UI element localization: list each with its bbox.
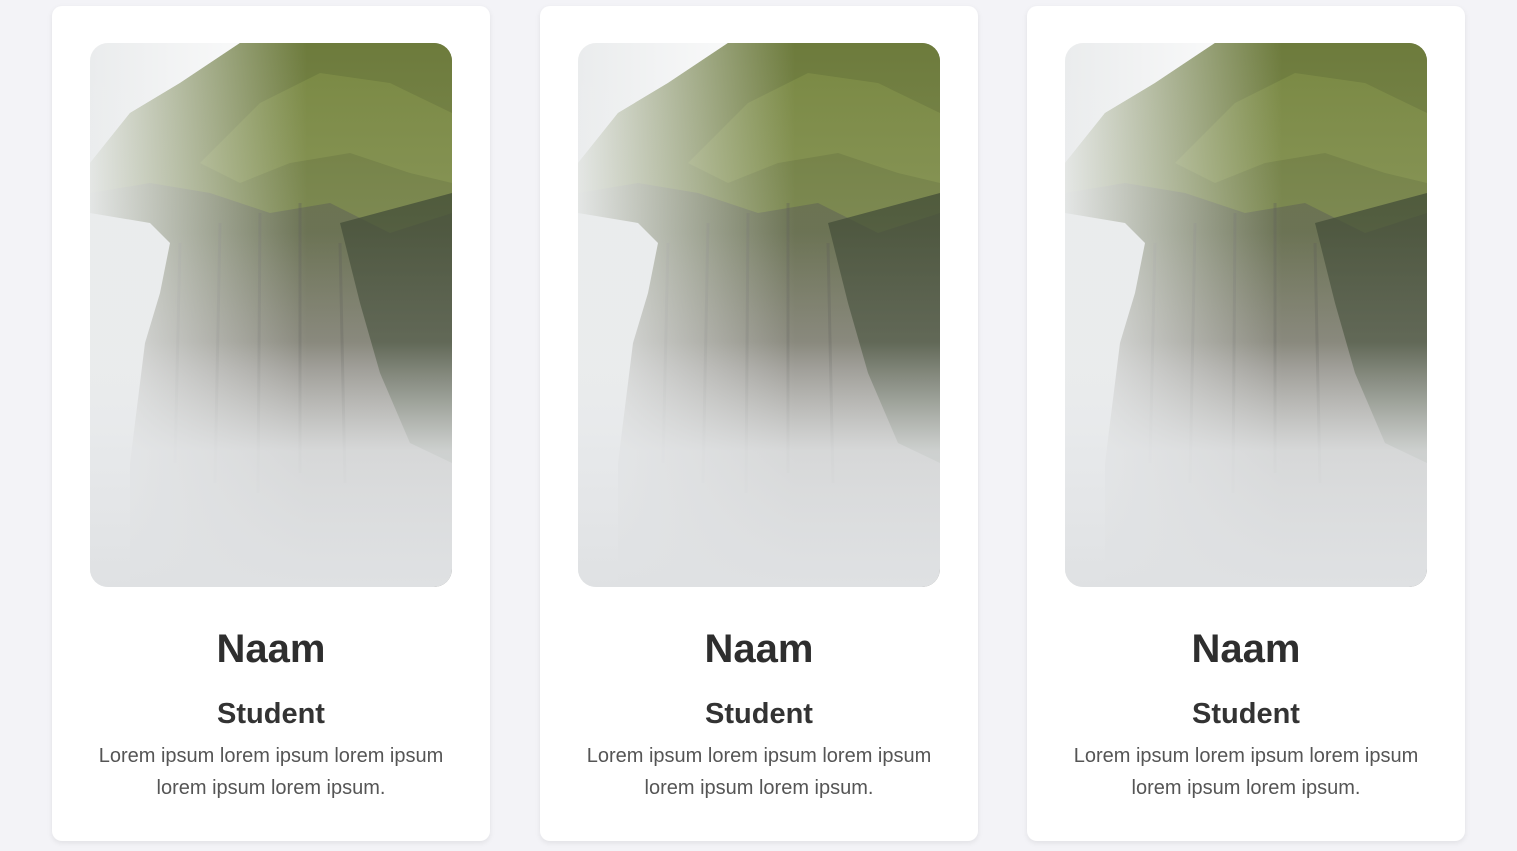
mountain-cliff-image — [578, 43, 940, 587]
mountain-cliff-image — [1065, 43, 1427, 587]
profile-photo — [578, 43, 940, 587]
team-card: Naam Student Lorem ipsum lorem ipsum lor… — [1027, 6, 1465, 841]
profile-photo — [90, 43, 452, 587]
team-cards-section: Naam Student Lorem ipsum lorem ipsum lor… — [0, 0, 1517, 851]
card-description: Lorem ipsum lorem ipsum lorem ipsum lore… — [586, 745, 932, 799]
card-name: Naam — [704, 627, 814, 671]
team-card: Naam Student Lorem ipsum lorem ipsum lor… — [540, 6, 978, 841]
card-role: Student — [705, 698, 813, 730]
mountain-cliff-image — [90, 43, 452, 587]
team-card: Naam Student Lorem ipsum lorem ipsum lor… — [52, 6, 490, 841]
card-name: Naam — [1191, 627, 1301, 671]
card-role: Student — [1192, 698, 1300, 730]
card-description: Lorem ipsum lorem ipsum lorem ipsum lore… — [1073, 745, 1419, 799]
card-role: Student — [217, 698, 325, 730]
card-name: Naam — [216, 627, 326, 671]
profile-photo — [1065, 43, 1427, 587]
card-description: Lorem ipsum lorem ipsum lorem ipsum lore… — [98, 745, 444, 799]
